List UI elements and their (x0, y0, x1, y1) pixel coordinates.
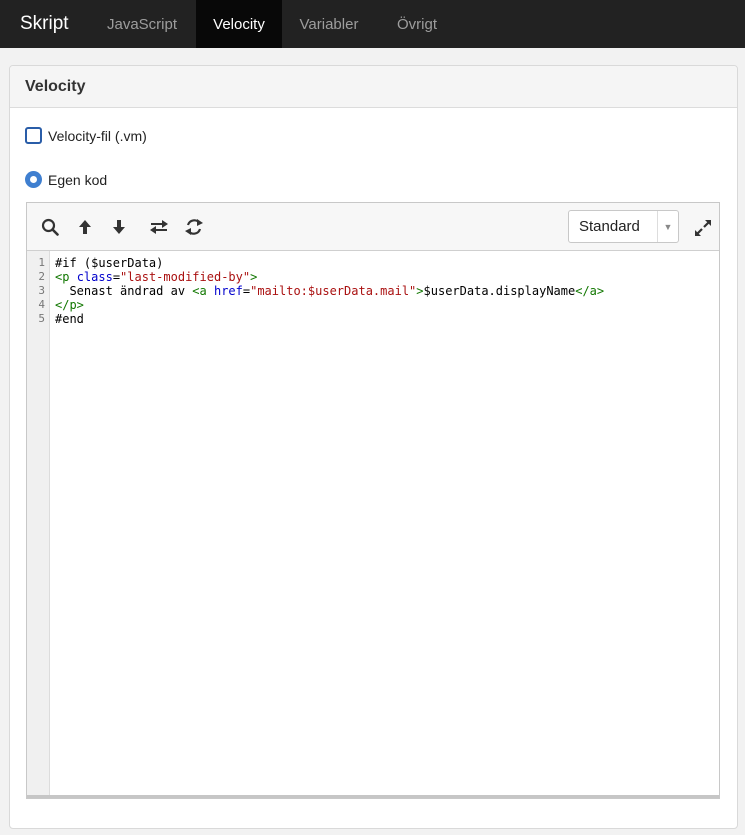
expand-icon[interactable] (692, 217, 714, 239)
code-area[interactable]: 12345 #if ($userData) <p class="last-modi… (27, 251, 719, 798)
code-token: "last-modified-by" (120, 270, 251, 284)
line-number: 2 (38, 270, 45, 283)
code-line[interactable]: #end (55, 312, 719, 326)
code-editor: Standard ▼ 12345 #if ($userData) <p class… (26, 202, 720, 799)
velocity-file-option[interactable]: Velocity-fil (.vm) (25, 127, 147, 144)
line-number: 1 (38, 256, 45, 269)
code-token: "mailto:$userData.mail" (250, 284, 417, 298)
velocity-file-label: Velocity-fil (.vm) (48, 127, 147, 144)
code-line[interactable]: #if ($userData) (55, 256, 719, 270)
code-token: #if ($userData) (55, 256, 164, 270)
line-number: 3 (38, 284, 45, 297)
code-token: </a> (575, 284, 605, 298)
line-number: 4 (38, 298, 45, 311)
editor-toolbar: Standard ▼ (27, 203, 719, 251)
code-token: > (250, 270, 258, 284)
panel-title: Velocity (10, 66, 737, 108)
line-number: 5 (38, 312, 45, 325)
code-content[interactable]: #if ($userData) <p class="last-modified-b… (50, 251, 719, 798)
code-token: </p> (55, 298, 84, 312)
velocity-file-checkbox[interactable] (25, 127, 42, 144)
custom-code-radio[interactable] (25, 171, 42, 188)
code-token: > (416, 284, 424, 298)
top-navbar: Skript JavaScript Velocity Variabler Övr… (0, 0, 745, 48)
code-token: <a (192, 284, 214, 298)
velocity-panel: Velocity Velocity-fil (.vm) Egen kod Sta… (9, 65, 738, 829)
code-token: Senast ändrad av (55, 284, 193, 298)
code-line[interactable]: </p> (55, 298, 719, 312)
radio-selected-dot (30, 176, 37, 183)
theme-select[interactable]: Standard ▼ (568, 210, 679, 243)
refresh-icon[interactable] (183, 216, 205, 238)
code-line[interactable]: <p class="last-modified-by"> (55, 270, 719, 284)
code-token: class (76, 270, 113, 284)
search-icon[interactable] (39, 216, 61, 238)
app-brand[interactable]: Skript (0, 0, 88, 48)
code-token: #end (55, 312, 84, 326)
theme-select-value: Standard (579, 218, 640, 235)
tab-variabler[interactable]: Variabler (282, 0, 376, 48)
tab-ovrigt[interactable]: Övrigt (376, 0, 458, 48)
code-token: $userData.displayName (423, 284, 576, 298)
tab-javascript[interactable]: JavaScript (88, 0, 196, 48)
arrow-up-icon[interactable] (74, 216, 96, 238)
custom-code-label: Egen kod (48, 171, 108, 188)
code-line[interactable]: Senast ändrad av <a href="mailto:$userDa… (55, 284, 719, 298)
tab-velocity[interactable]: Velocity (196, 0, 282, 48)
custom-code-option[interactable]: Egen kod (25, 171, 107, 188)
arrow-down-icon[interactable] (108, 216, 130, 238)
chevron-down-icon: ▼ (663, 221, 673, 232)
swap-icon[interactable] (148, 216, 170, 238)
code-token: = (112, 270, 121, 284)
editor-resize-handle[interactable] (27, 795, 719, 798)
line-number-gutter: 12345 (27, 251, 50, 798)
code-token: href (213, 284, 243, 298)
code-token: <p (55, 270, 77, 284)
